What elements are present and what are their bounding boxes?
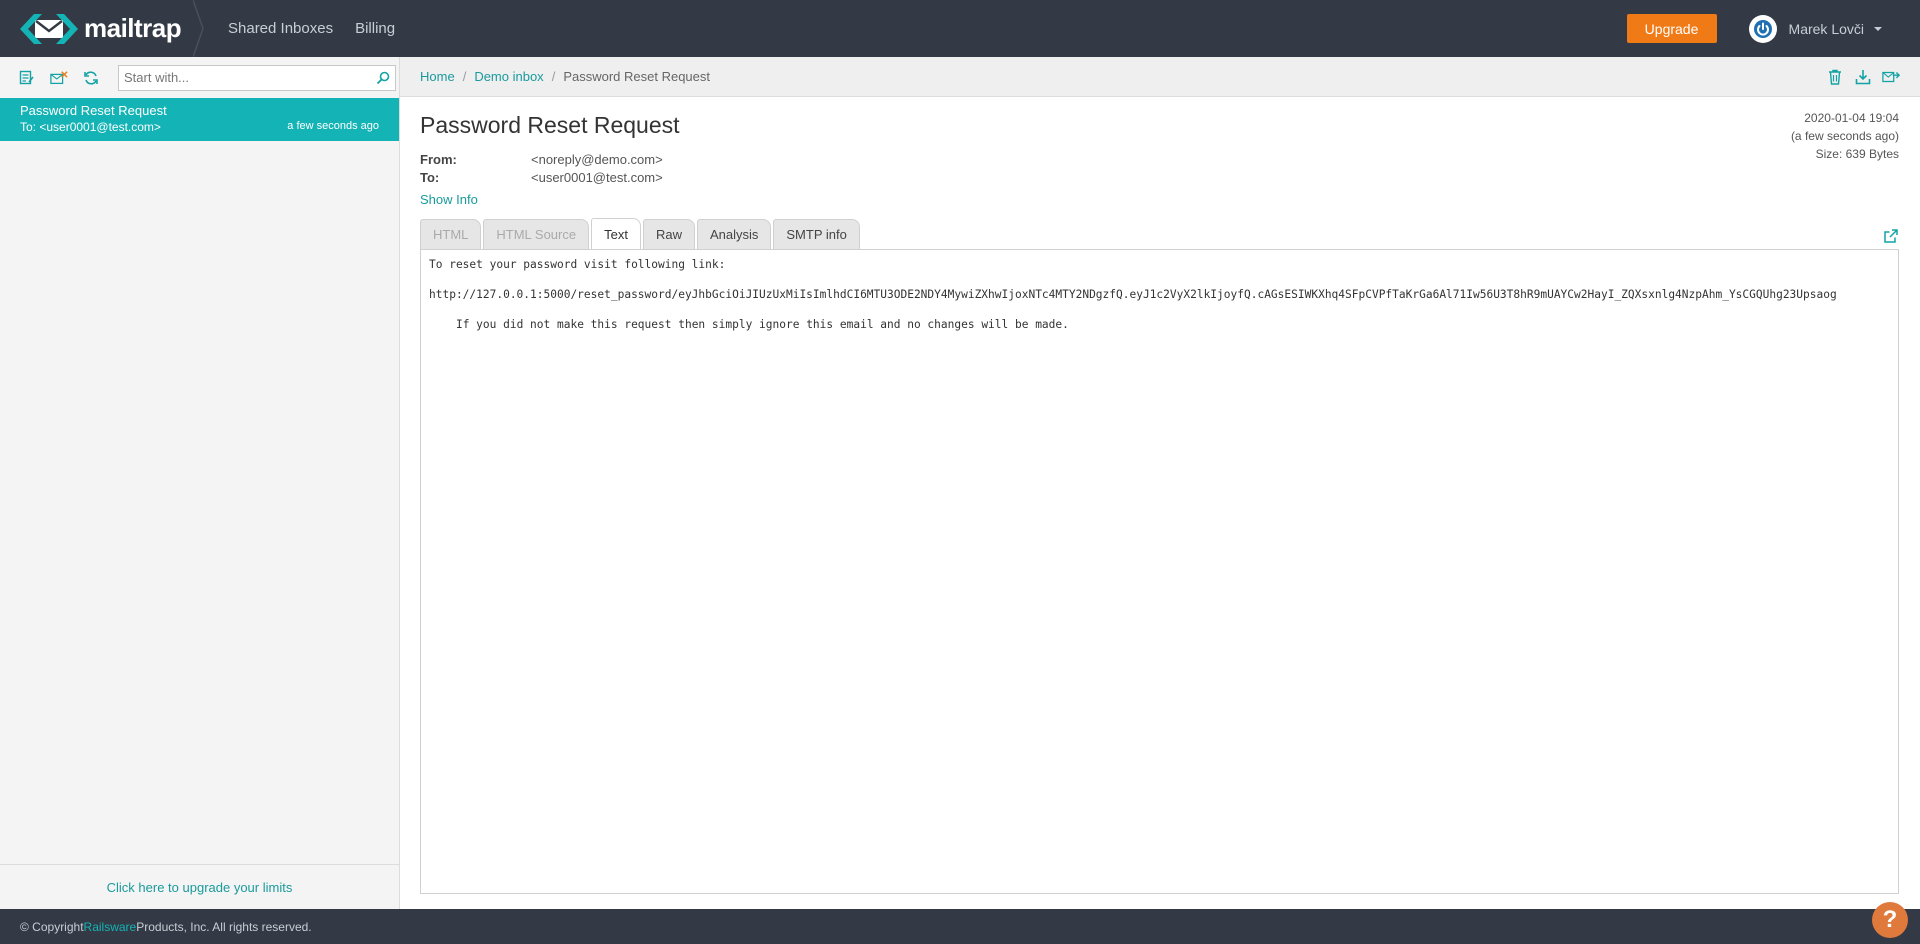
delete-icon[interactable] — [1826, 69, 1844, 85]
logo-divider — [193, 0, 204, 57]
message-body-text: To reset your password visit following l… — [429, 258, 1837, 331]
sidebar-toolbar — [0, 57, 399, 98]
breadcrumb-current: Password Reset Request — [563, 69, 710, 84]
mailtrap-logo[interactable]: mailtrap — [0, 0, 205, 57]
message-title: Password Reset Request — [420, 112, 680, 138]
message-date: 2020-01-04 19:04 — [1804, 111, 1899, 125]
from-value: <noreply@demo.com> — [531, 152, 663, 167]
top-navbar: mailtrap Shared Inboxes Billing Upgrade … — [0, 0, 1920, 57]
message-time: a few seconds ago — [287, 120, 379, 132]
breadcrumb-inbox[interactable]: Demo inbox — [474, 69, 543, 84]
tab-text[interactable]: Text — [591, 218, 641, 249]
page-footer: © Copyright Railsware Products, Inc. All… — [0, 902, 1920, 944]
sidebar-footer: Click here to upgrade your limits — [0, 864, 399, 909]
message-body-panel: To reset your password visit following l… — [420, 249, 1899, 894]
to-row: To: <user0001@test.com> — [420, 170, 663, 185]
clear-inbox-icon[interactable] — [50, 69, 68, 87]
message-list-item[interactable]: Password Reset Request To: <user0001@tes… — [0, 98, 399, 141]
mark-read-icon[interactable] — [18, 69, 36, 87]
message-actions — [1816, 69, 1900, 85]
breadcrumb: Home / Demo inbox / Password Reset Reque… — [400, 57, 1920, 97]
external-link-icon[interactable] — [1883, 228, 1899, 244]
chevron-down-icon[interactable] — [1874, 26, 1882, 31]
mailtrap-logo-icon — [18, 12, 80, 46]
refresh-icon[interactable] — [82, 69, 100, 87]
upgrade-button[interactable]: Upgrade — [1626, 14, 1717, 43]
from-label: From: — [420, 152, 457, 167]
forward-icon[interactable] — [1882, 69, 1900, 85]
help-button[interactable]: ? — [1872, 902, 1908, 938]
breadcrumb-separator: / — [462, 69, 467, 84]
message-view: Password Reset Request 2020-01-04 19:04 … — [420, 97, 1900, 909]
copyright-suffix: Products, Inc. All rights reserved. — [136, 919, 312, 934]
tab-html-source[interactable]: HTML Source — [483, 219, 590, 249]
breadcrumb-home[interactable]: Home — [420, 69, 455, 84]
search-icon[interactable] — [371, 66, 395, 90]
tab-raw[interactable]: Raw — [642, 219, 695, 249]
upgrade-limits-link[interactable]: Click here to upgrade your limits — [107, 880, 293, 895]
message-subject: Password Reset Request — [20, 103, 167, 118]
tab-smtp-info[interactable]: SMTP info — [773, 219, 860, 249]
inbox-sidebar: Password Reset Request To: <user0001@tes… — [0, 57, 400, 909]
message-tabs: HTML HTML Source Text Raw Analysis SMTP … — [420, 218, 862, 249]
tab-html[interactable]: HTML — [420, 219, 482, 249]
tab-analysis[interactable]: Analysis — [696, 219, 772, 249]
from-row: From: <noreply@demo.com> — [420, 152, 663, 167]
search-input[interactable] — [119, 65, 371, 90]
message-size: Size: 639 Bytes — [1815, 147, 1899, 161]
user-menu[interactable]: Marek Lovči — [1789, 21, 1864, 37]
search-box — [118, 64, 396, 91]
message-meta: 2020-01-04 19:04 (a few seconds ago) Siz… — [1791, 109, 1899, 163]
question-icon: ? — [1882, 906, 1898, 933]
power-icon — [1753, 19, 1772, 38]
brand-name: mailtrap — [84, 13, 182, 43]
avatar[interactable] — [1748, 14, 1777, 43]
show-info-link[interactable]: Show Info — [420, 192, 478, 207]
download-icon[interactable] — [1854, 69, 1872, 85]
nav-billing[interactable]: Billing — [355, 20, 395, 37]
railsware-link[interactable]: Railsware — [84, 920, 137, 934]
copyright-prefix: © Copyright — [20, 919, 84, 934]
to-label: To: — [420, 170, 440, 185]
nav-shared-inboxes[interactable]: Shared Inboxes — [228, 20, 333, 37]
to-value: <user0001@test.com> — [531, 170, 663, 185]
breadcrumb-separator: / — [551, 69, 556, 84]
message-relative-time: (a few seconds ago) — [1790, 129, 1899, 143]
